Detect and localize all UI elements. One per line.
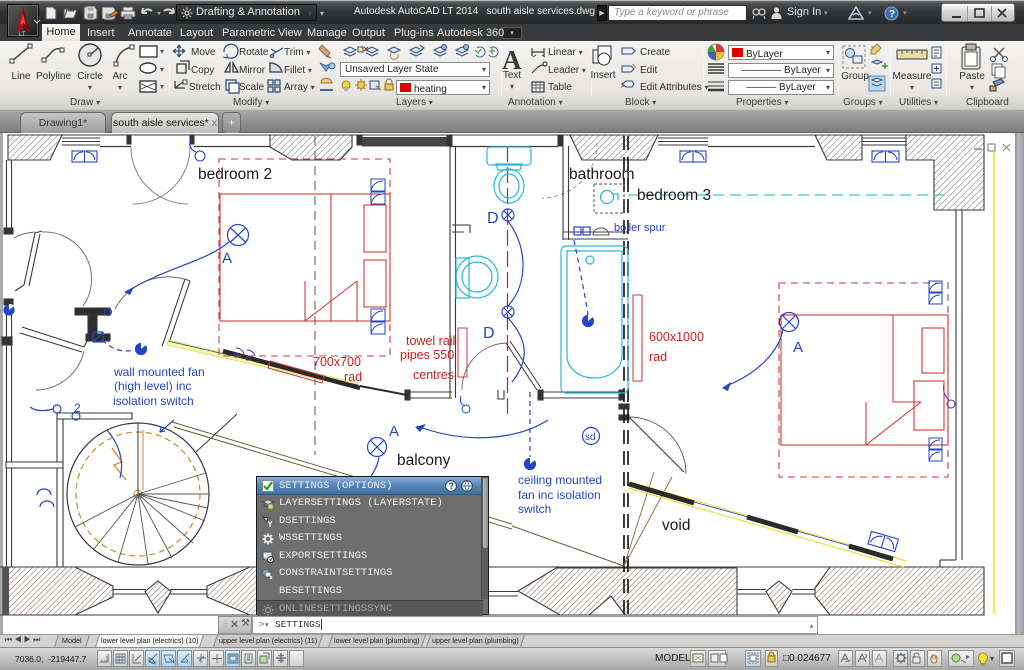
svg-text:boiler spur: boiler spur [614,222,666,234]
svg-text:isolation switch: isolation switch [113,394,194,408]
svg-text:(high level) inc: (high level) inc [114,379,191,393]
svg-text:?: ? [449,481,455,491]
svg-text:A: A [222,250,232,267]
svg-text:A: A [793,339,803,356]
svg-text:switch: switch [518,502,551,516]
svg-text:bathroom: bathroom [569,166,634,183]
svg-text:bedroom 3: bedroom 3 [637,187,711,204]
svg-text:A: A [389,423,399,440]
svg-text:ceiling mounted: ceiling mounted [518,473,602,487]
svg-text:fan inc isolation: fan inc isolation [518,488,601,502]
svg-text:D: D [487,210,499,227]
svg-text:centres: centres [413,368,454,382]
svg-text:600x1000: 600x1000 [649,330,704,344]
svg-text:2: 2 [74,401,81,415]
svg-text:rad: rad [649,350,667,364]
svg-text:wall mounted fan: wall mounted fan [113,365,205,379]
svg-text:balcony: balcony [397,452,451,469]
svg-text:sd: sd [585,432,596,443]
svg-text:700x700: 700x700 [313,355,361,369]
svg-text:rad: rad [344,370,362,384]
svg-text:LT: LT [19,32,26,38]
svg-text:pipes 550: pipes 550 [400,348,454,362]
svg-text:▾: ▾ [160,82,164,91]
svg-text:▾: ▾ [160,47,164,56]
svg-text:void: void [662,517,690,534]
svg-text:▾: ▾ [160,65,164,74]
svg-text:D: D [483,325,495,342]
svg-text:?: ? [889,9,895,20]
svg-text:towel rail: towel rail [406,334,455,348]
svg-text:bedroom 2: bedroom 2 [198,166,272,183]
